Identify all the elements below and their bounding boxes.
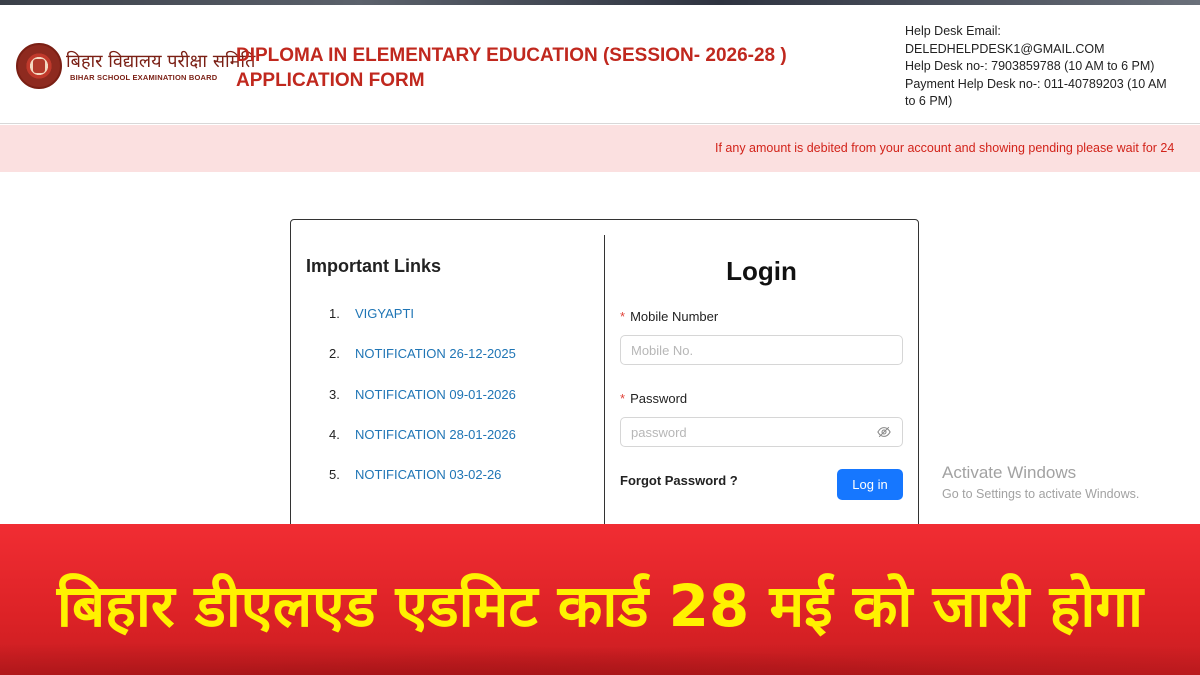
important-link[interactable]: NOTIFICATION 28-01-2026 [355, 427, 516, 467]
required-mark: * [620, 309, 626, 324]
important-link[interactable]: NOTIFICATION 03-02-26 [355, 467, 501, 507]
link-number: 4. [329, 426, 340, 442]
headline-banner: बिहार डीएलएड एडमिट कार्ड 28 मई को जारी ह… [0, 524, 1200, 675]
required-mark: * [620, 391, 626, 406]
org-name-english: BIHAR SCHOOL EXAMINATION BOARD [70, 73, 218, 82]
important-link-item: 5. NOTIFICATION 03-02-26 [329, 467, 516, 507]
login-button[interactable]: Log in [837, 469, 903, 500]
page-title: DIPLOMA IN ELEMENTARY EDUCATION (SESSION… [236, 45, 787, 66]
password-input[interactable] [620, 417, 903, 447]
important-link-item: 1. VIGYAPTI [329, 306, 516, 346]
help-desk-number: Help Desk no-: 7903859788 (10 AM to 6 PM… [905, 59, 1155, 73]
password-label: * Password [620, 391, 687, 406]
help-email: DELEDHELPDESK1@GMAIL.COM [905, 41, 1105, 56]
important-link-item: 3. NOTIFICATION 09-01-2026 [329, 387, 516, 427]
important-link[interactable]: NOTIFICATION 26-12-2025 [355, 346, 516, 386]
payment-help-line1: Payment Help Desk no-: 011-40789203 (10 … [905, 76, 1167, 91]
important-link-item: 2. NOTIFICATION 26-12-2025 [329, 346, 516, 386]
important-links-title: Important Links [306, 256, 442, 276]
mobile-label-text: Mobile Number [630, 309, 719, 324]
link-number: 3. [329, 386, 340, 402]
site-header: बिहार विद्यालय परीक्षा समिति BIHAR SCHOO… [0, 5, 1200, 124]
link-number: 1. [329, 306, 340, 321]
help-desk-info: Help Desk Email: DELEDHELPDESK1@GMAIL.CO… [905, 23, 1195, 111]
payment-help-line2: to 6 PM) [905, 94, 953, 108]
activate-windows-subtitle: Go to Settings to activate Windows. [942, 487, 1140, 501]
mobile-label: * Mobile Number [620, 309, 718, 324]
page-subtitle: APPLICATION FORM [236, 70, 425, 91]
link-number: 2. [329, 346, 340, 362]
important-link[interactable]: VIGYAPTI [355, 306, 414, 346]
help-email-label: Help Desk Email: [905, 24, 1001, 38]
eye-slash-icon[interactable] [877, 425, 891, 439]
important-link[interactable]: NOTIFICATION 09-01-2026 [355, 387, 516, 427]
headline-text: बिहार डीएलएड एडमिट कार्ड 28 मई को जारी ह… [56, 572, 1144, 640]
notice-marquee: If any amount is debited from your accou… [0, 125, 1200, 172]
login-title: Login [726, 256, 797, 286]
board-logo [16, 43, 62, 89]
link-number: 5. [329, 467, 340, 483]
notice-text: If any amount is debited from your accou… [715, 141, 1175, 155]
forgot-password-link[interactable]: Forgot Password ? [620, 473, 738, 488]
org-name-hindi: बिहार विद्यालय परीक्षा समिति [66, 51, 256, 72]
important-links-list: 1. VIGYAPTI 2. NOTIFICATION 26-12-2025 3. NOT… [329, 306, 516, 507]
activate-windows-title: Activate Windows [942, 463, 1077, 482]
password-label-text: Password [630, 391, 688, 406]
mobile-input[interactable] [620, 335, 903, 365]
important-link-item: 4. NOTIFICATION 28-01-2026 [329, 427, 516, 467]
